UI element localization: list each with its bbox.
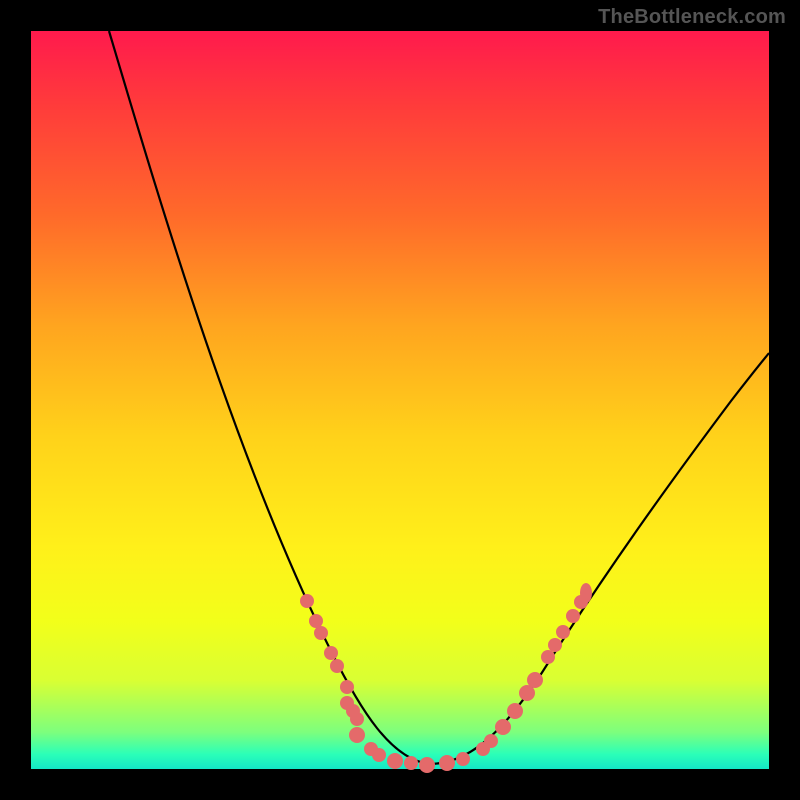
marker-dot [566, 609, 580, 623]
marker-dot [439, 755, 455, 771]
bottleneck-curve [109, 31, 769, 764]
marker-dot [484, 734, 498, 748]
watermark-text: TheBottleneck.com [598, 6, 786, 29]
stage: TheBottleneck.com [0, 0, 800, 800]
marker-dot [507, 703, 523, 719]
marker-cap-icon [580, 583, 592, 603]
marker-dot [349, 727, 365, 743]
marker-dot [387, 753, 403, 769]
marker-dot [527, 672, 543, 688]
plot-area [31, 31, 769, 769]
marker-dot [330, 659, 344, 673]
marker-dot [456, 752, 470, 766]
marker-dot [541, 650, 555, 664]
chart-svg [31, 31, 769, 769]
marker-dot [350, 712, 364, 726]
marker-dot [548, 638, 562, 652]
marker-dot [340, 680, 354, 694]
marker-dot [300, 594, 314, 608]
marker-dot [324, 646, 338, 660]
marker-dot [309, 614, 323, 628]
marker-dot [372, 748, 386, 762]
marker-dot [556, 625, 570, 639]
marker-dot [404, 756, 418, 770]
marker-dot [495, 719, 511, 735]
marker-dot [419, 757, 435, 773]
marker-dot [314, 626, 328, 640]
